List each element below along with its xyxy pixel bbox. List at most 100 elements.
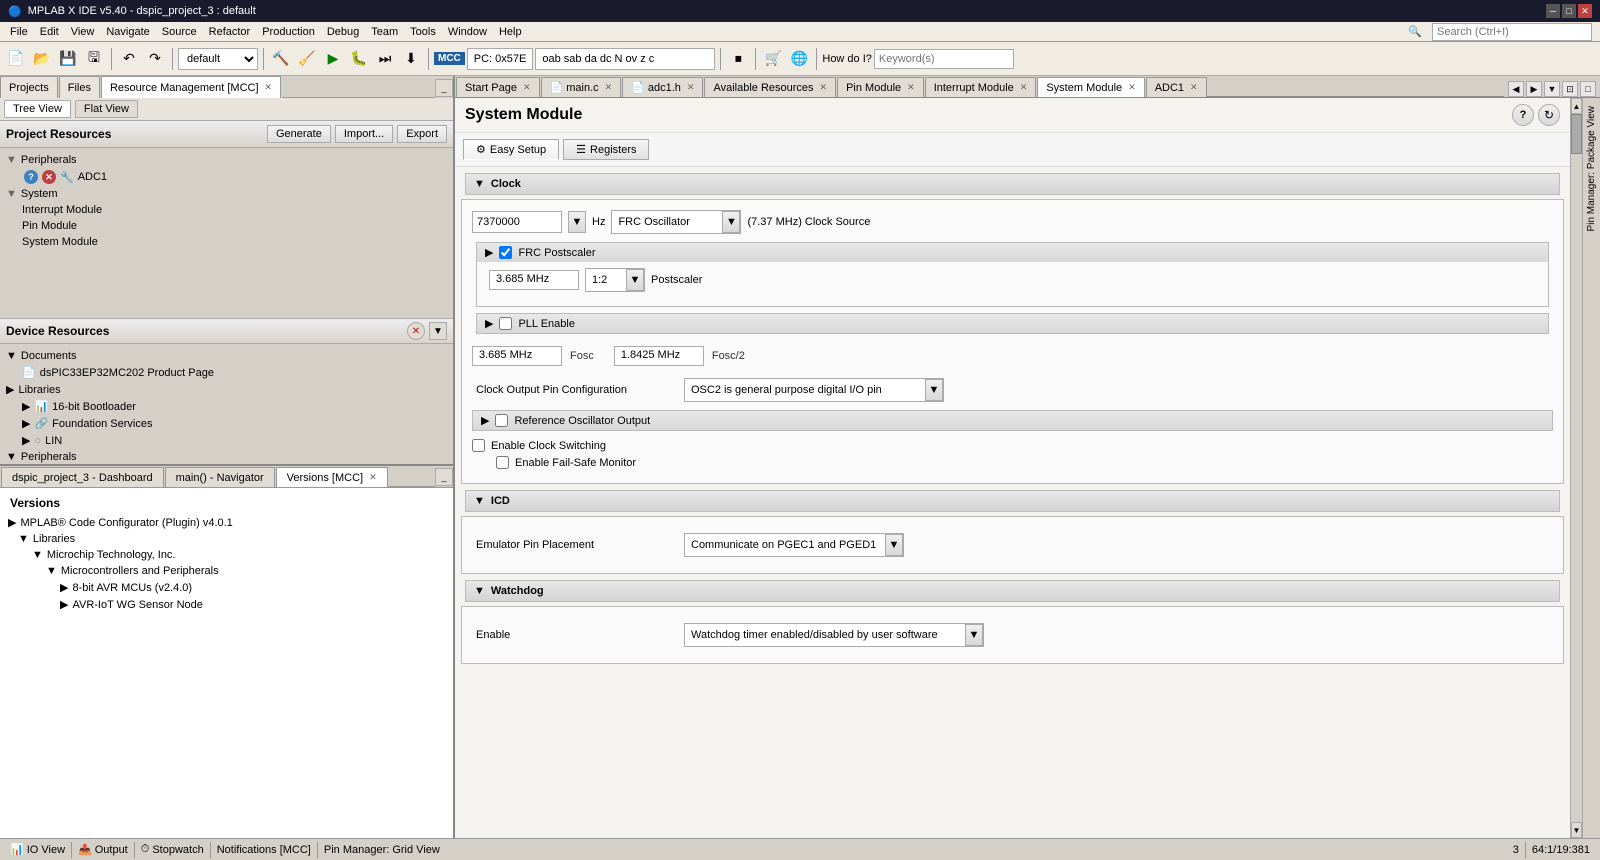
failsafe-checkbox[interactable] xyxy=(496,456,509,469)
mcu-peripherals-item[interactable]: ▼ Microcontrollers and Peripherals xyxy=(4,563,449,579)
tab-interrupt-module[interactable]: Interrupt Module ✕ xyxy=(925,77,1037,97)
adc1-item[interactable]: ? ✕ 🔧 ADC1 xyxy=(20,168,449,186)
notifications-status[interactable]: Notifications [MCC] xyxy=(211,844,317,856)
save-all-button[interactable]: 🖫 xyxy=(82,47,106,71)
mcc-plugin-item[interactable]: ▶ MPLAB® Code Configurator (Plugin) v4.0… xyxy=(4,514,449,531)
help-button[interactable]: ? xyxy=(1512,104,1534,126)
menu-window[interactable]: Window xyxy=(442,25,493,39)
registers-tab[interactable]: ☰ Registers xyxy=(563,139,649,160)
scroll-up-button[interactable]: ▲ xyxy=(1571,98,1582,114)
lin-item[interactable]: ▶ ○ LIN xyxy=(20,432,449,449)
run-button[interactable]: ▶ xyxy=(321,47,345,71)
close-versions-icon[interactable]: ✕ xyxy=(369,472,377,483)
close-main-c-icon[interactable]: ✕ xyxy=(605,82,613,93)
tab-navigator[interactable]: main() - Navigator xyxy=(165,467,275,487)
package-view-label[interactable]: Pin Manager: Package View xyxy=(1584,102,1599,235)
menu-tools[interactable]: Tools xyxy=(404,25,442,39)
pin-module-item[interactable]: Pin Module xyxy=(20,218,449,234)
flat-view-tab[interactable]: Flat View xyxy=(75,100,138,118)
maximize-button[interactable]: □ xyxy=(1562,4,1576,18)
build-button[interactable]: 🔨 xyxy=(269,47,293,71)
search-input[interactable] xyxy=(1432,23,1592,41)
tab-pin-module[interactable]: Pin Module ✕ xyxy=(837,77,924,97)
io-view-status[interactable]: 📊 IO View xyxy=(4,843,71,856)
debug-button[interactable]: 🐛 xyxy=(347,47,371,71)
close-pin-module-icon[interactable]: ✕ xyxy=(907,82,915,93)
new-project-button[interactable]: 📄 xyxy=(4,47,28,71)
dev-peripherals-group[interactable]: ▼ Peripherals xyxy=(4,449,449,464)
interrupt-module-item[interactable]: Interrupt Module xyxy=(20,202,449,218)
documents-group[interactable]: ▼ Documents xyxy=(4,348,449,364)
peripherals-group[interactable]: ▼ Peripherals xyxy=(4,152,449,168)
close-system-module-icon[interactable]: ✕ xyxy=(1128,82,1136,93)
libraries-ver-item[interactable]: ▼ Libraries xyxy=(4,531,449,547)
tab-adc1[interactable]: ADC1 ✕ xyxy=(1146,77,1207,97)
close-adc1-icon[interactable]: ✕ xyxy=(1190,82,1198,93)
stopwatch-status[interactable]: ⏱ Stopwatch xyxy=(135,843,210,856)
pin-manager-status[interactable]: Pin Manager: Grid View xyxy=(318,844,446,856)
configuration-dropdown[interactable]: default xyxy=(178,48,258,70)
export-button[interactable]: Export xyxy=(397,125,447,143)
right-scrollbar[interactable]: ▲ ▼ xyxy=(1570,98,1582,838)
emulator-pin-dropdown-button[interactable]: ▼ xyxy=(885,534,903,556)
cart-button[interactable]: 🛒 xyxy=(761,47,785,71)
device-resources-expand-button[interactable]: ▼ xyxy=(429,322,447,340)
tab-main-c[interactable]: 📄 main.c ✕ xyxy=(541,77,622,97)
open-button[interactable]: 📂 xyxy=(30,47,54,71)
tree-view-tab[interactable]: Tree View xyxy=(4,100,71,118)
close-interrupt-module-icon[interactable]: ✕ xyxy=(1020,82,1028,93)
tab-scroll-left-button[interactable]: ◀ xyxy=(1508,81,1524,97)
tab-resource-management[interactable]: Resource Management [MCC] ✕ xyxy=(101,76,281,98)
undo-button[interactable]: ↶ xyxy=(117,47,141,71)
device-resources-clear-button[interactable]: ✕ xyxy=(407,322,425,340)
close-resource-management-icon[interactable]: ✕ xyxy=(265,82,273,93)
save-button[interactable]: 💾 xyxy=(56,47,80,71)
close-available-resources-icon[interactable]: ✕ xyxy=(820,82,828,93)
tab-projects[interactable]: Projects xyxy=(0,76,58,98)
clock-section-header[interactable]: ▼ Clock xyxy=(465,173,1560,195)
tab-available-resources[interactable]: Available Resources ✕ xyxy=(704,77,836,97)
libraries-group[interactable]: ▶ Libraries xyxy=(4,381,449,398)
redo-button[interactable]: ↷ xyxy=(143,47,167,71)
microchip-item[interactable]: ▼ Microchip Technology, Inc. xyxy=(4,547,449,563)
reference-oscillator-header[interactable]: ▶ Reference Oscillator Output xyxy=(473,411,1552,430)
tab-adc1-h[interactable]: 📄 adc1.h ✕ xyxy=(622,77,703,97)
menu-view[interactable]: View xyxy=(65,25,101,39)
program-button[interactable]: ⬇ xyxy=(399,47,423,71)
scroll-down-button[interactable]: ▼ xyxy=(1571,822,1582,838)
menu-production[interactable]: Production xyxy=(256,25,321,39)
reference-oscillator-checkbox[interactable] xyxy=(495,414,508,427)
close-button[interactable]: ✕ xyxy=(1578,4,1592,18)
browser-button[interactable]: 🌐 xyxy=(787,47,811,71)
maximize-content-button[interactable]: □ xyxy=(1580,81,1596,97)
frc-postscaler-header[interactable]: ▶ FRC Postscaler xyxy=(477,243,1548,262)
watchdog-section-header[interactable]: ▼ Watchdog xyxy=(465,580,1560,602)
postscaler-dropdown-button[interactable]: ▼ xyxy=(626,269,644,291)
tab-system-module[interactable]: System Module ✕ xyxy=(1037,77,1144,97)
minimize-left-button[interactable]: _ xyxy=(435,79,453,97)
clean-build-button[interactable]: 🧹 xyxy=(295,47,319,71)
avr-item[interactable]: ▶ 8-bit AVR MCUs (v2.4.0) xyxy=(4,579,449,596)
oscillator-dropdown-button[interactable]: ▼ xyxy=(722,211,740,233)
tab-scroll-right-button[interactable]: ▶ xyxy=(1526,81,1542,97)
avr-iot-item[interactable]: ▶ AVR-IoT WG Sensor Node xyxy=(4,596,449,613)
generate-button[interactable]: Generate xyxy=(267,125,331,143)
menu-navigate[interactable]: Navigate xyxy=(100,25,155,39)
output-status[interactable]: 📤 Output xyxy=(72,843,134,856)
minimize-bottom-button[interactable]: _ xyxy=(435,468,453,486)
easy-setup-tab[interactable]: ⚙ Easy Setup xyxy=(463,139,559,160)
menu-file[interactable]: File xyxy=(4,25,34,39)
pll-enable-checkbox[interactable] xyxy=(499,317,512,330)
foundation-item[interactable]: ▶ 🔗 Foundation Services xyxy=(20,415,449,432)
clock-switching-checkbox[interactable] xyxy=(472,439,485,452)
menu-team[interactable]: Team xyxy=(365,25,404,39)
frequency-input[interactable] xyxy=(472,211,562,233)
system-module-item[interactable]: System Module xyxy=(20,234,449,250)
watchdog-enable-dropdown-button[interactable]: ▼ xyxy=(965,624,983,646)
keyword-input[interactable] xyxy=(874,49,1014,69)
icd-section-header[interactable]: ▼ ICD xyxy=(465,490,1560,512)
reset-button[interactable]: ⏹ xyxy=(726,47,750,71)
minimize-button[interactable]: ─ xyxy=(1546,4,1560,18)
import-button[interactable]: Import... xyxy=(335,125,393,143)
bootloader-item[interactable]: ▶ 📊 16-bit Bootloader xyxy=(20,398,449,415)
